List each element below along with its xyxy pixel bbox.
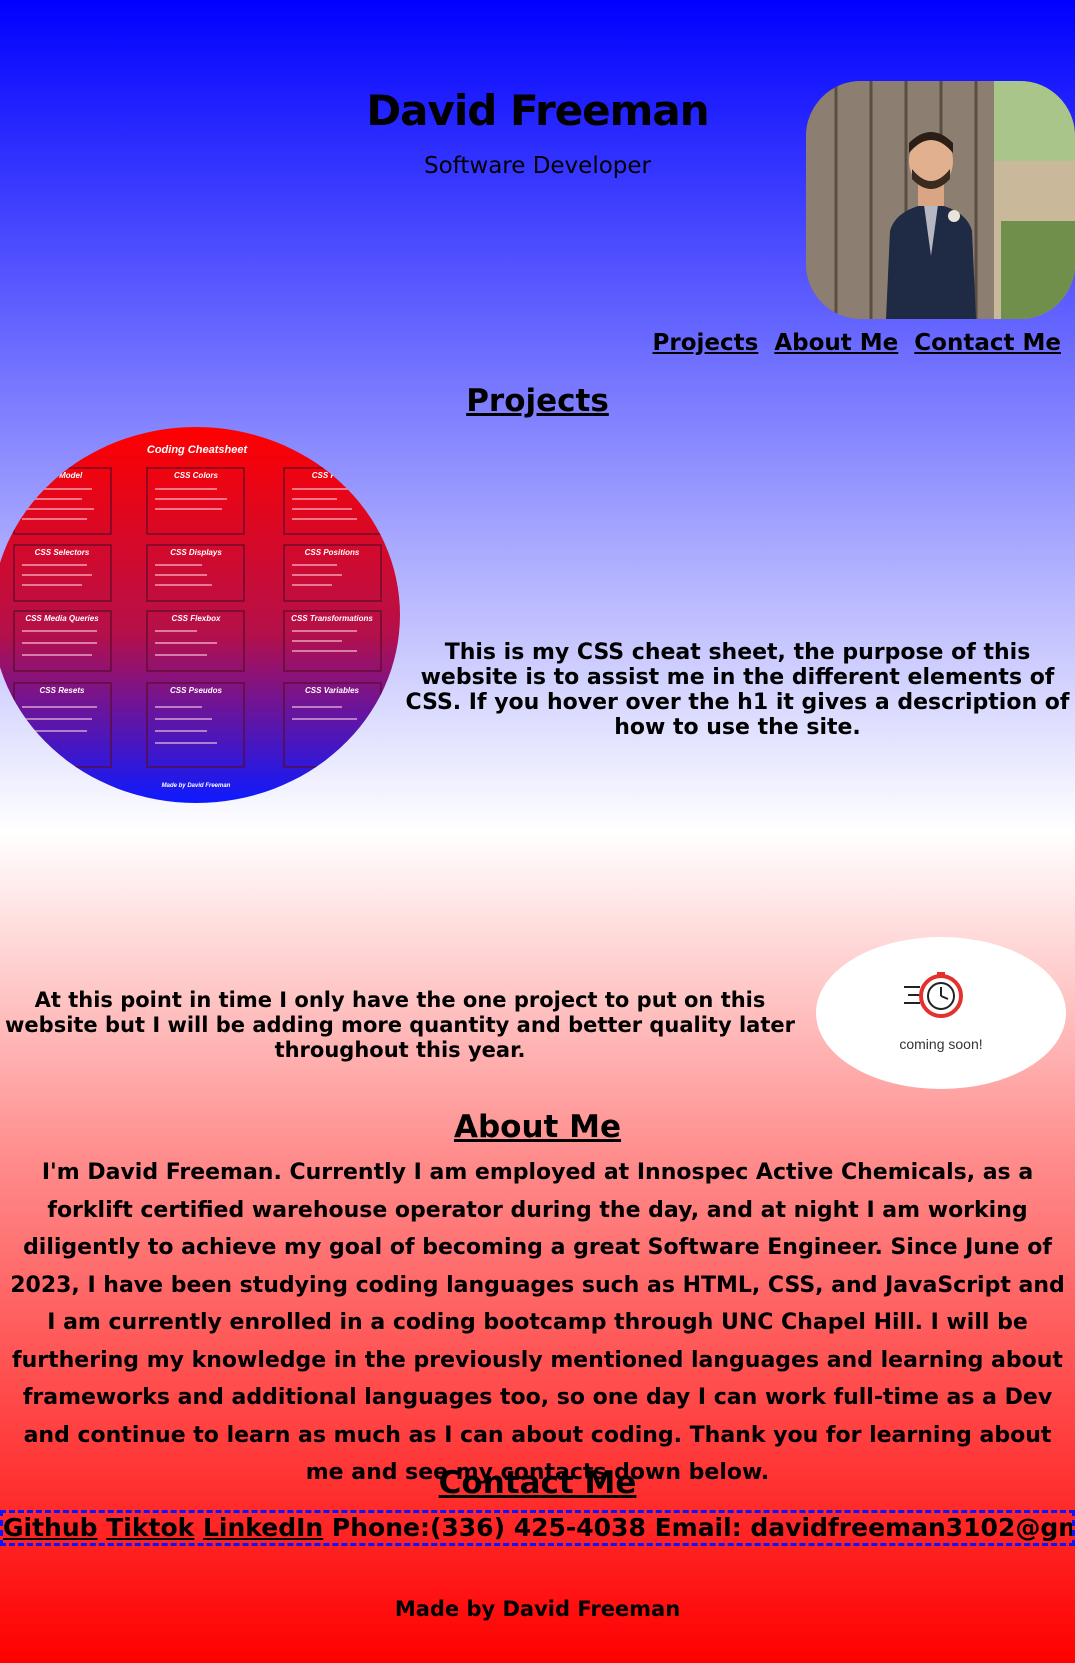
tiktok-link[interactable]: Tiktok: [106, 1513, 194, 1542]
nav-link-about-me[interactable]: About Me: [774, 330, 898, 356]
cheatsheet-box-title: CSS Selectors: [35, 548, 90, 557]
footer-text: Made by David Freeman: [394, 1597, 681, 1621]
projects-heading: Projects: [466, 383, 609, 419]
contact-me-heading: Contact Me: [438, 1465, 637, 1501]
github-link[interactable]: Github: [3, 1513, 98, 1542]
cheatsheet-box-title: CSS Flexbox: [172, 614, 221, 623]
cheatsheet-heading: Coding Cheatsheet: [147, 444, 249, 456]
cheatsheet-box-title: CSS Variables: [305, 686, 360, 695]
cheatsheet-box-title: CSS Fonts: [312, 471, 353, 480]
contact-bar: Github Tiktok LinkedIn Phone:(336) 425-4…: [0, 1510, 1075, 1546]
cheatsheet-box-title: Box Model: [42, 471, 83, 480]
cheatsheet-box-title: CSS Colors: [174, 471, 219, 480]
phone-text: Phone:(336) 425-4038: [331, 1513, 646, 1542]
clock-icon: [904, 972, 963, 1018]
project-cheatsheet-image[interactable]: Coding Cheatsheet Box Model CSS Colors C…: [0, 427, 400, 803]
nav-link-contact-me[interactable]: Contact Me: [914, 330, 1061, 356]
cheatsheet-footer: Made by David Freeman: [162, 783, 231, 789]
nav-link-projects[interactable]: Projects: [653, 330, 759, 356]
cheatsheet-box-title: CSS Media Queries: [25, 614, 99, 623]
cheatsheet-box-title: CSS Transformations: [291, 614, 373, 623]
projects-note: At this point in time I only have the on…: [5, 988, 795, 1062]
about-me-heading: About Me: [453, 1109, 622, 1145]
coming-soon-text: coming soon!: [899, 1036, 982, 1052]
cheatsheet-box-title: CSS Pseudos: [170, 686, 223, 695]
cheatsheet-box-title: CSS Displays: [170, 548, 222, 557]
coming-soon-image: coming soon!: [816, 937, 1066, 1089]
cheatsheet-box-title: CSS Resets: [40, 686, 85, 695]
cheatsheet-box-title: CSS Positions: [305, 548, 360, 557]
project-description: This is my CSS cheat sheet, the purpose …: [405, 640, 1070, 740]
about-me-text: I'm David Freeman. Currently I am employ…: [10, 1160, 1065, 1485]
profile-photo: [806, 81, 1075, 319]
linkedin-link[interactable]: LinkedIn: [203, 1513, 323, 1542]
email-text: Email: davidfreeman3102@gmail.com: [654, 1513, 1075, 1542]
nav-menu: Projects About Me Contact Me: [645, 330, 1061, 356]
